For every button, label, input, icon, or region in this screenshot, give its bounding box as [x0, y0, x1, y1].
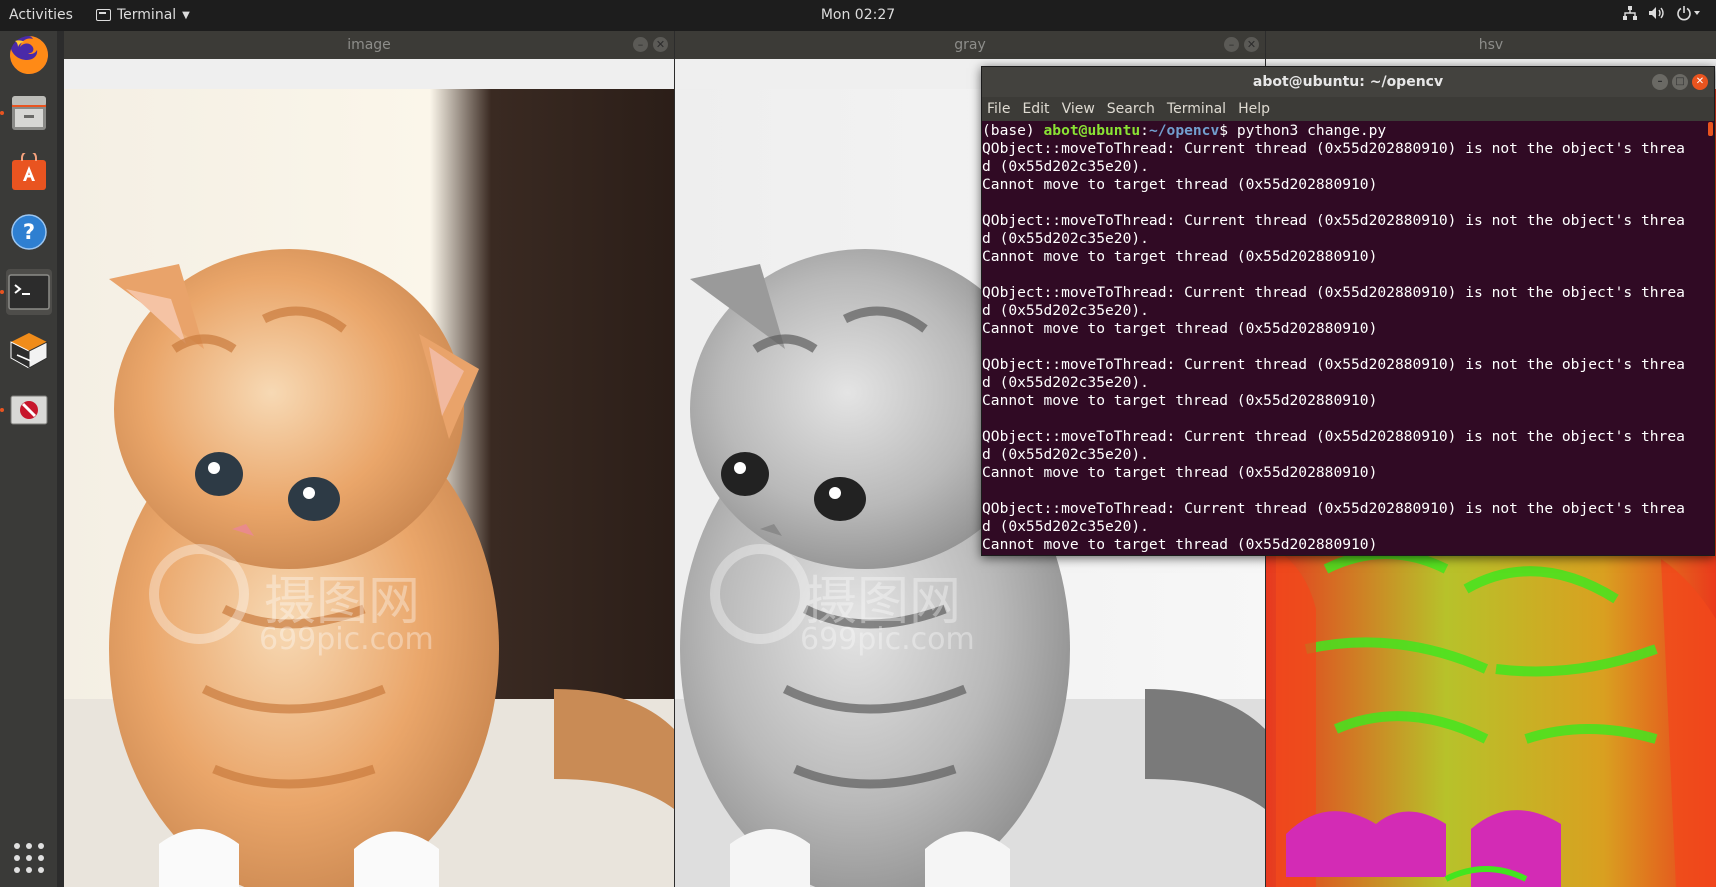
output-line: Cannot move to target thread (0x55d20288… [982, 248, 1378, 265]
menu-help[interactable]: Help [1238, 101, 1270, 117]
kitten-color-image: 摄图网 699pic.com [64, 89, 674, 887]
output-line: QObject::moveToThread: Current thread (0… [982, 500, 1685, 517]
prompt-user: abot@ubuntu [1043, 122, 1141, 139]
output-lines: QObject::moveToThread: Current thread (0… [982, 140, 1706, 554]
prompt-dollar: $ [1219, 122, 1237, 139]
apps-grid-icon[interactable] [12, 841, 46, 875]
scrollbar-thumb[interactable] [1708, 122, 1713, 136]
dock-software[interactable] [6, 150, 52, 196]
watermark-url: 699pic.com [800, 622, 975, 657]
running-indicator [0, 111, 4, 115]
window-title: image [347, 37, 391, 53]
terminal-titlebar[interactable]: abot@ubuntu: ~/opencv – □ ✕ [982, 67, 1714, 97]
menu-file[interactable]: File [987, 101, 1010, 117]
prompt-sep: : [1140, 122, 1149, 139]
output-line: Cannot move to target thread (0x55d20288… [982, 392, 1378, 409]
output-line: d (0x55d202c35e20). [982, 230, 1149, 247]
output-line: d (0x55d202c35e20). [982, 518, 1149, 535]
running-indicator [0, 290, 4, 294]
watermark-url: 699pic.com [259, 622, 434, 657]
menu-edit[interactable]: Edit [1022, 101, 1049, 117]
output-line: QObject::moveToThread: Current thread (0… [982, 284, 1685, 301]
svg-text:?: ? [23, 220, 35, 244]
output-line: d (0x55d202c35e20). [982, 158, 1149, 175]
app-menu[interactable]: Terminal ▼ [96, 7, 190, 23]
close-button[interactable]: ✕ [1692, 74, 1708, 90]
window-toolbar [64, 59, 674, 90]
menu-search[interactable]: Search [1107, 101, 1155, 117]
output-line: d (0x55d202c35e20). [982, 446, 1149, 463]
dock-help[interactable]: ? [6, 209, 52, 255]
window-titlebar[interactable]: gray – ✕ [675, 31, 1265, 59]
minimize-button[interactable]: – [1652, 74, 1668, 90]
help-icon: ? [11, 214, 47, 250]
network-icon [1623, 6, 1637, 20]
window-image[interactable]: image – ✕ 摄图网 699pic.com [64, 31, 674, 887]
output-line: QObject::moveToThread: Current thread (0… [982, 428, 1685, 445]
terminal-app-icon [96, 9, 111, 21]
output-line: Cannot move to target thread (0x55d20288… [982, 464, 1378, 481]
volume-icon [1649, 7, 1664, 19]
output-line: Cannot move to target thread (0x55d20288… [982, 536, 1378, 553]
top-bar: Activities Terminal ▼ Mon 02:27 [0, 0, 1716, 31]
firefox-icon [10, 35, 49, 74]
window-title: gray [954, 37, 986, 53]
prompt-line: (base) abot@ubuntu:~/opencv$ python3 cha… [982, 122, 1706, 140]
virtualbox-icon [10, 333, 48, 369]
maximize-button[interactable]: □ [1672, 74, 1688, 90]
terminal-scrollbar[interactable] [1706, 121, 1714, 555]
no-entry-icon [10, 395, 48, 425]
menu-view[interactable]: View [1062, 101, 1095, 117]
minimize-button[interactable]: – [633, 37, 648, 52]
output-line: Cannot move to target thread (0x55d20288… [982, 176, 1378, 193]
output-line: d (0x55d202c35e20). [982, 374, 1149, 391]
prompt-env: (base) [982, 122, 1044, 139]
dock-firefox[interactable] [6, 32, 52, 78]
prompt-command: python3 change.py [1236, 122, 1387, 139]
software-icon [12, 153, 46, 190]
terminal-window[interactable]: abot@ubuntu: ~/opencv – □ ✕ File Edit Vi… [981, 66, 1715, 556]
activities-button[interactable]: Activities [9, 7, 73, 23]
output-line: Cannot move to target thread (0x55d20288… [982, 320, 1378, 337]
window-title: hsv [1478, 37, 1504, 53]
running-indicator [0, 408, 4, 412]
app-menu-label: Terminal [117, 7, 177, 23]
output-line: d (0x55d202c35e20). [982, 302, 1149, 319]
output-line: QObject::moveToThread: Current thread (0… [982, 356, 1685, 373]
window-titlebar[interactable]: image – ✕ [64, 31, 674, 59]
files-icon [12, 96, 46, 130]
clock[interactable]: Mon 02:27 [0, 7, 1716, 23]
close-button[interactable]: ✕ [653, 37, 668, 52]
terminal-title: abot@ubuntu: ~/opencv [1252, 74, 1444, 90]
dock-virtualbox[interactable] [6, 328, 52, 374]
output-line: QObject::moveToThread: Current thread (0… [982, 212, 1685, 229]
window-titlebar[interactable]: hsv [1266, 31, 1716, 59]
dock-terminal[interactable] [0, 269, 52, 315]
menu-terminal[interactable]: Terminal [1167, 101, 1226, 117]
minimize-button[interactable]: – [1224, 37, 1239, 52]
prompt-path: ~/opencv [1148, 122, 1220, 139]
dock-files[interactable] [0, 90, 52, 136]
dock-blocked-app[interactable] [0, 387, 52, 433]
close-button[interactable]: ✕ [1244, 37, 1259, 52]
power-icon [1677, 6, 1700, 21]
output-line: QObject::moveToThread: Current thread (0… [982, 140, 1685, 157]
chevron-down-icon: ▼ [182, 9, 190, 21]
terminal-icon [8, 274, 50, 310]
terminal-output[interactable]: (base) abot@ubuntu:~/opencv$ python3 cha… [982, 121, 1706, 555]
system-tray[interactable] [1622, 5, 1702, 21]
terminal-menubar: File Edit View Search Terminal Help [982, 97, 1714, 121]
image-canvas[interactable]: 摄图网 699pic.com [64, 89, 674, 887]
dock: ? [0, 31, 57, 887]
